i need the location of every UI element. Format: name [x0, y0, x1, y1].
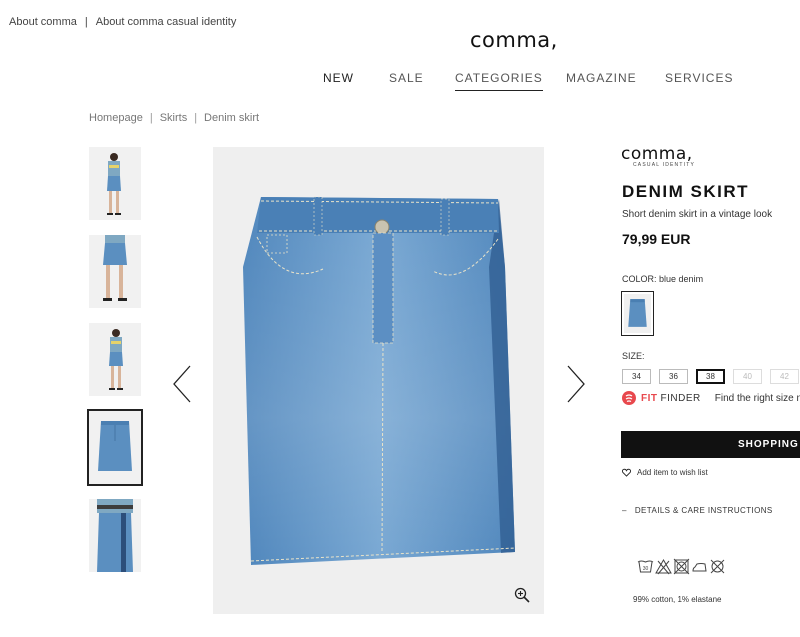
no-bleach-icon	[655, 558, 672, 575]
site-logo[interactable]: comma,	[470, 28, 558, 52]
shopping-button[interactable]: SHOPPING	[621, 431, 800, 458]
color-label-value: blue denim	[659, 274, 704, 284]
nav-categories[interactable]: CATEGORIES	[455, 71, 543, 91]
product-title: DENIM SKIRT	[622, 182, 749, 201]
fit-finder[interactable]: FIT FINDER Find the right size no	[622, 391, 800, 405]
nav-sale[interactable]: SALE	[389, 71, 424, 85]
brand-name: comma,	[621, 144, 693, 164]
product-brand: comma, CASUAL IDENTITY	[621, 144, 695, 168]
size-label: SIZE:	[622, 351, 645, 361]
zoom-icon[interactable]	[514, 587, 530, 603]
thumbnail-4[interactable]	[87, 409, 143, 486]
size-option-40[interactable]: 40	[733, 369, 762, 384]
top-links: About comma | About comma casual identit…	[9, 16, 236, 28]
brand-subline: CASUAL IDENTITY	[633, 162, 695, 168]
color-label: COLOR: blue denim	[622, 274, 703, 284]
collapse-dash-icon: –	[622, 506, 627, 515]
thumbnail-1[interactable]	[89, 147, 141, 220]
thumbnail-2[interactable]	[89, 235, 141, 308]
wash-30-icon: 30	[637, 560, 654, 573]
no-dry-clean-icon	[710, 559, 725, 574]
fit-finder-brand: FIT	[641, 392, 658, 404]
wishlist-link[interactable]: Add item to wish list	[622, 468, 708, 477]
material-composition: 99% cotton, 1% elastane	[633, 595, 722, 604]
wishlist-label: Add item to wish list	[637, 468, 708, 477]
color-swatch-blue-denim[interactable]	[621, 291, 654, 336]
swatch-skirt-icon	[628, 299, 647, 327]
fit-finder-icon	[622, 391, 636, 405]
denim-skirt-image	[243, 196, 516, 565]
breadcrumb-homepage[interactable]: Homepage	[89, 112, 143, 124]
thumbnail-3[interactable]	[89, 323, 141, 396]
iron-low-icon	[692, 563, 707, 572]
breadcrumb: Homepage | Skirts | Denim skirt	[89, 112, 259, 124]
size-option-42[interactable]: 42	[770, 369, 799, 384]
fit-finder-text: Find the right size no	[714, 392, 800, 404]
size-selector: 34 36 38 40 42	[622, 369, 800, 384]
main-nav: NEW SALE CATEGORIES MAGAZINE SERVICES	[0, 71, 800, 91]
about-casual-identity-link[interactable]: About comma casual identity	[96, 16, 237, 28]
color-label-key: COLOR:	[622, 274, 657, 284]
fit-finder-brand-2: FINDER	[660, 392, 701, 404]
details-care-toggle[interactable]: – DETAILS & CARE INSTRUCTIONS	[622, 506, 773, 515]
nav-magazine[interactable]: MAGAZINE	[566, 71, 637, 85]
product-subtitle: Short denim skirt in a vintage look	[622, 209, 773, 220]
details-care-label: DETAILS & CARE INSTRUCTIONS	[634, 506, 773, 515]
breadcrumb-separator: |	[149, 112, 153, 124]
svg-text:30: 30	[643, 566, 649, 572]
breadcrumb-skirts[interactable]: Skirts	[160, 112, 188, 124]
nav-new[interactable]: NEW	[323, 71, 354, 85]
arrow-right-icon[interactable]	[566, 364, 586, 404]
arrow-left-icon[interactable]	[172, 364, 192, 404]
breadcrumb-separator: |	[194, 112, 198, 124]
thumbnail-5[interactable]	[89, 499, 141, 572]
main-product-image[interactable]	[213, 147, 544, 614]
no-tumble-dry-icon	[673, 558, 690, 575]
size-option-38[interactable]: 38	[696, 369, 725, 384]
care-symbols: 30	[637, 558, 727, 575]
heart-icon	[622, 468, 631, 477]
product-price: 79,99 EUR	[622, 231, 691, 247]
about-comma-link[interactable]: About comma	[9, 16, 77, 28]
size-option-36[interactable]: 36	[659, 369, 688, 384]
top-links-separator: |	[84, 16, 88, 28]
nav-services[interactable]: SERVICES	[665, 71, 733, 85]
breadcrumb-current[interactable]: Denim skirt	[204, 112, 259, 124]
size-option-34[interactable]: 34	[622, 369, 651, 384]
